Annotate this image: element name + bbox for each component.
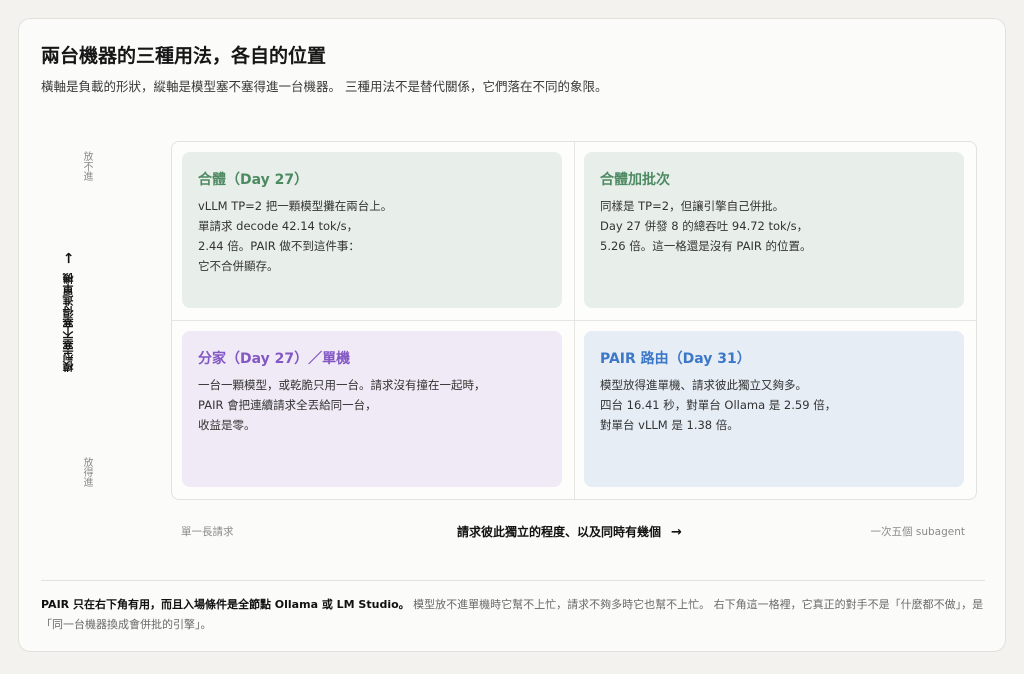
y-axis-bottom-label: 放得進 [81, 457, 92, 487]
x-axis-left-label: 單一長請求 [181, 526, 234, 538]
x-axis-title-text: 請求彼此獨立的程度、以及同時有幾個 [457, 525, 662, 539]
quadrant-line: 同樣是 TP=2，但讓引擎自己併批。 [600, 199, 785, 213]
quadrant-line: 收益是零。 [198, 418, 256, 432]
quadrant-title: 合體加批次 [600, 172, 670, 188]
quadrant-top-right: 合體加批次 同樣是 TP=2，但讓引擎自己併批。 Day 27 併發 8 的總吞… [584, 152, 964, 308]
figure-title: 兩台機器的三種用法，各自的位置 [41, 45, 327, 67]
quadrant-line: vLLM TP=2 把一顆模型攤在兩台上。 [198, 199, 393, 213]
quadrant-line: 模型放得進單機、請求彼此獨立又夠多。 [600, 378, 807, 392]
quadrant-line: 一台一顆模型，或乾脆只用一台。請求沒有撞在一起時， [198, 378, 486, 392]
figure-subtitle: 橫軸是負載的形狀，縱軸是模型塞不塞得進一台機器。 三種用法不是替代關係，它們落在… [41, 79, 608, 94]
quadrant-grid: 合體（Day 27） vLLM TP=2 把一顆模型攤在兩台上。 單請求 dec… [171, 141, 977, 500]
quadrant-line: 2.44 倍。PAIR 做不到這件事： [198, 239, 360, 253]
y-axis-title: → 模型塞不塞得進單機 [59, 251, 79, 391]
footer-divider [41, 580, 985, 581]
quadrant-line: 5.26 倍。這一格還是沒有 PAIR 的位置。 [600, 239, 812, 253]
quadrant-top-left: 合體（Day 27） vLLM TP=2 把一顆模型攤在兩台上。 單請求 dec… [182, 152, 562, 308]
quadrant-line: PAIR 會把連續請求全丟給同一台， [198, 398, 377, 412]
quadrant-title: 合體（Day 27） [198, 172, 309, 188]
y-axis-top-label: 放不進 [81, 151, 92, 181]
footer-strong-text: PAIR 只在右下角有用，而且入場條件是全節點 Ollama 或 LM Stud… [41, 598, 410, 611]
quadrant-title: PAIR 路由（Day 31） [600, 351, 751, 367]
quadrant-line: Day 27 併發 8 的總吞吐 94.72 tok/s， [600, 219, 809, 233]
y-axis-title-text: 模型塞不塞得進單機 [62, 273, 75, 372]
quadrant-bottom-right: PAIR 路由（Day 31） 模型放得進單機、請求彼此獨立又夠多。 四台 16… [584, 331, 964, 487]
quadrant-line: 它不合併顯存。 [198, 259, 279, 273]
quadrant-bottom-left: 分家（Day 27）／單機 一台一顆模型，或乾脆只用一台。請求沒有撞在一起時， … [182, 331, 562, 487]
x-axis-right-label: 一次五個 subagent [870, 526, 965, 538]
x-axis-arrow-icon: → [671, 525, 682, 540]
footer-note: PAIR 只在右下角有用，而且入場條件是全節點 Ollama 或 LM Stud… [41, 595, 985, 635]
quadrant-title: 分家（Day 27）／單機 [198, 351, 351, 367]
horizontal-divider [172, 320, 976, 321]
figure-card: 兩台機器的三種用法，各自的位置 橫軸是負載的形狀，縱軸是模型塞不塞得進一台機器。… [18, 18, 1006, 652]
quadrant-line: 單請求 decode 42.14 tok/s， [198, 219, 359, 233]
quadrant-line: 對單台 vLLM 是 1.38 倍。 [600, 418, 739, 432]
x-axis-title: 請求彼此獨立的程度、以及同時有幾個 → [457, 523, 682, 540]
y-axis-arrow-icon: → [60, 252, 77, 264]
quadrant-line: 四台 16.41 秒，對單台 Ollama 是 2.59 倍， [600, 398, 837, 412]
